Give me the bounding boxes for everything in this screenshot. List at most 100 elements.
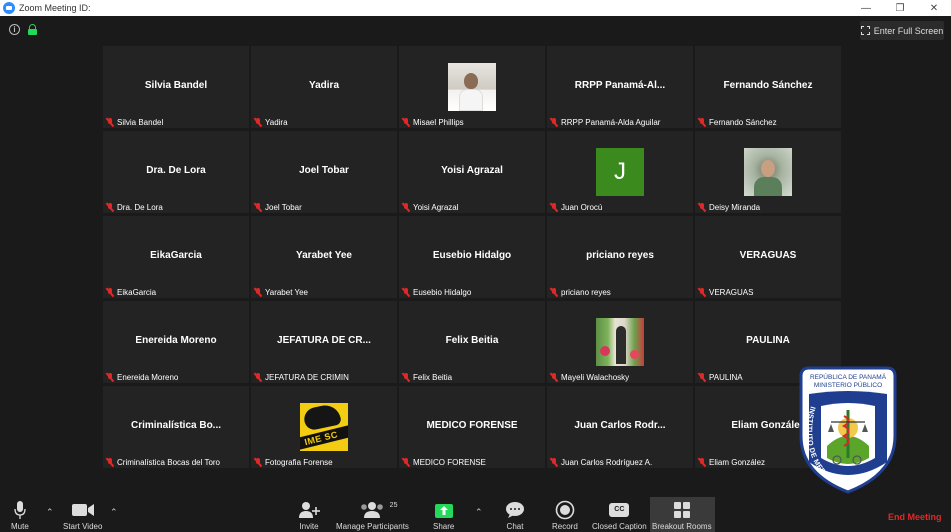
participant-name: VERAGUAS: [709, 287, 754, 297]
participant-display-name: PAULINA: [746, 335, 790, 346]
participant-name-bar: Juan Orocú: [549, 202, 602, 212]
breakout-rooms-label: Breakout Rooms: [652, 522, 712, 531]
participant-tile[interactable]: Joel Tobar Joel Tobar: [251, 131, 397, 213]
share-screen-icon: [434, 500, 454, 520]
muted-mic-icon: [253, 202, 262, 212]
muted-mic-icon: [105, 287, 114, 297]
participant-name: Silvia Bandel: [117, 117, 164, 127]
participant-tile[interactable]: RRPP Panamá-Al... RRPP Panamá-Alda Aguila…: [547, 46, 693, 128]
chat-button[interactable]: Chat: [505, 500, 525, 531]
muted-mic-icon: [105, 372, 114, 382]
mute-label: Mute: [11, 522, 29, 531]
participant-photo: [596, 318, 644, 366]
participant-name: JEFATURA DE CRIMIN: [265, 372, 349, 382]
fullscreen-icon: [860, 26, 870, 35]
participant-tile[interactable]: Misael Phillips: [399, 46, 545, 128]
muted-mic-icon: [401, 287, 410, 297]
participant-name: PAULINA: [709, 372, 743, 382]
start-video-label: Start Video: [63, 522, 103, 531]
participant-name: Juan Carlos Rodríguez A.: [561, 457, 653, 467]
meeting-controls-toolbar: Mute ⌃ Start Video ⌃ Invite 25 Manage Pa…: [0, 497, 951, 532]
close-icon[interactable]: ✕: [917, 0, 951, 16]
gallery-grid: Silvia Bandel Silvia Bandel Yadira Yadira Mi…: [103, 46, 841, 468]
participant-name: priciano reyes: [561, 287, 611, 297]
participant-tile[interactable]: Mayeli Walachosky: [547, 301, 693, 383]
breakout-rooms-button[interactable]: Breakout Rooms: [652, 500, 712, 531]
participant-display-name: EikaGarcia: [150, 250, 202, 261]
participant-tile[interactable]: EikaGarcia EikaGarcia: [103, 216, 249, 298]
participant-tile[interactable]: Yarabet Yee Yarabet Yee: [251, 216, 397, 298]
participant-tile[interactable]: Yoisi Agrazal Yoisi Agrazal: [399, 131, 545, 213]
participant-tile[interactable]: Criminalística Bo... Criminalística Bocas…: [103, 386, 249, 468]
mute-button[interactable]: Mute: [11, 500, 29, 531]
participant-name-bar: Eusebio Hidalgo: [401, 287, 472, 297]
muted-mic-icon: [401, 457, 410, 467]
participant-name: Eusebio Hidalgo: [413, 287, 472, 297]
muted-mic-icon: [697, 117, 706, 127]
start-video-button[interactable]: Start Video: [63, 500, 102, 531]
participant-tile[interactable]: IME SC Fotografia Forense: [251, 386, 397, 468]
participant-tile[interactable]: J Juan Orocú: [547, 131, 693, 213]
photo-flower: [630, 350, 639, 359]
video-options-caret-icon[interactable]: ⌃: [110, 507, 118, 518]
record-button[interactable]: Record: [552, 500, 578, 531]
lock-icon[interactable]: [28, 24, 37, 35]
participant-tile[interactable]: Enereida Moreno Enereida Moreno: [103, 301, 249, 383]
seal-line2: MINISTERIO PÚBLICO: [814, 380, 882, 389]
participant-tile[interactable]: VERAGUAS VERAGUAS: [695, 216, 841, 298]
zoom-app-icon: [3, 2, 15, 14]
participant-display-name: Felix Beitia: [445, 335, 499, 346]
participant-display-name: Yoisi Agrazal: [441, 165, 503, 176]
meeting-info-bar: i: [9, 24, 37, 35]
participant-name-bar: JEFATURA DE CRIMIN: [253, 372, 349, 382]
participant-tile[interactable]: Deisy Miranda: [695, 131, 841, 213]
photo-person: [616, 326, 626, 364]
photo-flower: [600, 346, 610, 356]
participant-name-bar: Deisy Miranda: [697, 202, 760, 212]
muted-mic-icon: [401, 117, 410, 127]
participant-name-bar: Enereida Moreno: [105, 372, 178, 382]
participant-tile[interactable]: Dra. De Lora Dra. De Lora: [103, 131, 249, 213]
participant-name-bar: Yoisi Agrazal: [401, 202, 459, 212]
manage-participants-button[interactable]: 25 Manage Participants: [336, 500, 409, 531]
muted-mic-icon: [105, 457, 114, 467]
participant-name-bar: PAULINA: [697, 372, 743, 382]
participant-tile[interactable]: JEFATURA DE CR... JEFATURA DE CRIMIN: [251, 301, 397, 383]
record-label: Record: [552, 522, 578, 531]
minimize-icon[interactable]: —: [849, 0, 883, 16]
end-meeting-button[interactable]: End Meeting: [888, 512, 942, 522]
participant-name: Criminalística Bocas del Toro: [117, 457, 221, 467]
seal-line1: REPÚBLICA DE PANAMÁ: [810, 372, 887, 381]
participant-name: Misael Phillips: [413, 117, 464, 127]
photo-head: [464, 73, 478, 89]
participant-tile[interactable]: MEDICO FORENSE MEDICO FORENSE: [399, 386, 545, 468]
enter-full-screen-label: Enter Full Screen: [873, 25, 944, 36]
restore-icon[interactable]: ❐: [883, 0, 917, 16]
participant-tile[interactable]: Yadira Yadira: [251, 46, 397, 128]
participant-tile[interactable]: Silvia Bandel Silvia Bandel: [103, 46, 249, 128]
video-camera-icon: [71, 500, 95, 520]
participant-display-name: Eusebio Hidalgo: [432, 250, 512, 261]
participant-name-bar: Fotografia Forense: [253, 457, 333, 467]
window-title: Zoom Meeting ID:: [19, 3, 91, 13]
chat-label: Chat: [506, 522, 524, 531]
audio-options-caret-icon[interactable]: ⌃: [46, 507, 54, 518]
manage-participants-label: Manage Participants: [336, 522, 409, 531]
participant-tile[interactable]: priciano reyes priciano reyes: [547, 216, 693, 298]
share-options-caret-icon[interactable]: ⌃: [475, 507, 483, 518]
participant-tile[interactable]: Fernando Sánchez Fernando Sánchez: [695, 46, 841, 128]
participant-display-name: Juan Carlos Rodr...: [574, 420, 666, 431]
participant-tile[interactable]: Felix Beitia Felix Beitia: [399, 301, 545, 383]
participant-tile[interactable]: Eusebio Hidalgo Eusebio Hidalgo: [399, 216, 545, 298]
enter-full-screen-button[interactable]: Enter Full Screen: [860, 21, 944, 40]
muted-mic-icon: [549, 372, 558, 382]
info-icon[interactable]: i: [9, 24, 20, 35]
invite-button[interactable]: Invite: [298, 500, 320, 531]
closed-caption-label: Closed Caption: [592, 522, 647, 531]
share-button[interactable]: Share: [433, 500, 454, 531]
participant-name-bar: VERAGUAS: [697, 287, 754, 297]
participant-display-name: Joel Tobar: [299, 165, 349, 176]
participant-name-bar: Silvia Bandel: [105, 117, 164, 127]
participant-tile[interactable]: Juan Carlos Rodr... Juan Carlos Rodríguez…: [547, 386, 693, 468]
closed-caption-button[interactable]: CC Closed Caption: [592, 500, 647, 531]
